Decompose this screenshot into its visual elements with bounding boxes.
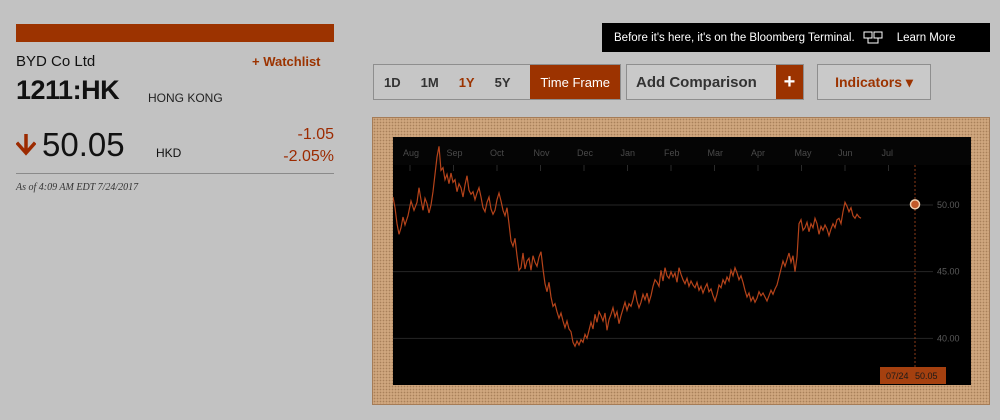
y-tick-label: 45.00 bbox=[937, 267, 960, 277]
down-arrow-icon bbox=[16, 134, 36, 156]
tooltip-value: 50.05 bbox=[915, 371, 938, 381]
range-1m-button[interactable]: 1M bbox=[411, 65, 449, 99]
month-tick-label: Apr bbox=[751, 148, 765, 158]
as-of-timestamp: As of 4:09 AM EDT 7/24/2017 bbox=[16, 182, 139, 193]
month-tick-label: Jan bbox=[621, 148, 636, 158]
y-tick-label: 40.00 bbox=[937, 333, 960, 343]
price-line bbox=[392, 146, 862, 348]
terminal-promo-banner[interactable]: Before it's here, it's on the Bloomberg … bbox=[602, 23, 990, 52]
time-frame-button[interactable]: Time Frame bbox=[530, 65, 620, 99]
range-1y-button[interactable]: 1Y bbox=[449, 65, 485, 99]
price-change: -1.05 bbox=[297, 126, 334, 143]
price-change-percent: -2.05% bbox=[283, 148, 334, 165]
range-1d-button[interactable]: 1D bbox=[374, 65, 411, 99]
company-name: BYD Co Ltd bbox=[16, 53, 96, 70]
month-tick-label: Mar bbox=[708, 148, 724, 158]
chart-svg: Aug Sep Oct Nov Dec Jan Feb Mar Apr May Jun Jul 50.0… bbox=[392, 137, 971, 384]
month-tick-label: Jun bbox=[838, 148, 853, 158]
month-tick-label: Jul bbox=[882, 148, 894, 158]
last-price-marker bbox=[909, 199, 921, 210]
month-tick-label: Aug bbox=[403, 148, 419, 158]
time-range-selector: 1D 1M 1Y 5Y Time Frame bbox=[373, 64, 621, 100]
indicators-dropdown[interactable]: Indicators ▾ bbox=[817, 64, 931, 100]
last-price: 50.05 bbox=[42, 126, 125, 163]
plus-icon[interactable]: + bbox=[776, 65, 803, 99]
range-5y-button[interactable]: 5Y bbox=[485, 65, 521, 99]
month-tick-label: May bbox=[795, 148, 813, 158]
exchange-name: HONG KONG bbox=[148, 91, 223, 105]
add-comparison-label[interactable]: Add Comparison bbox=[627, 74, 776, 91]
month-tick-label: Sep bbox=[447, 148, 463, 158]
tooltip-date: 07/24 bbox=[886, 371, 909, 381]
y-tick-label: 50.00 bbox=[937, 200, 960, 210]
add-to-watchlist-link[interactable]: + Watchlist bbox=[252, 54, 321, 69]
month-tick-label: Feb bbox=[664, 148, 680, 158]
terminal-icon bbox=[863, 31, 883, 43]
price-chart[interactable]: Aug Sep Oct Nov Dec Jan Feb Mar Apr May Jun Jul 50.0… bbox=[392, 137, 971, 385]
add-comparison-control[interactable]: Add Comparison + bbox=[626, 64, 804, 100]
brand-accent-bar bbox=[16, 24, 334, 42]
month-tick-label: Dec bbox=[577, 148, 594, 158]
price-row: 50.05 HKD -1.05 -2.05% bbox=[16, 126, 334, 166]
learn-more-link[interactable]: Learn More bbox=[897, 32, 956, 44]
currency-code: HKD bbox=[156, 146, 182, 160]
month-tick-label: Oct bbox=[490, 148, 505, 158]
ticker-symbol: 1211:HK bbox=[16, 75, 120, 105]
month-tick-label: Nov bbox=[534, 148, 551, 158]
divider bbox=[16, 173, 334, 174]
promo-message: Before it's here, it's on the Bloomberg … bbox=[614, 31, 855, 44]
